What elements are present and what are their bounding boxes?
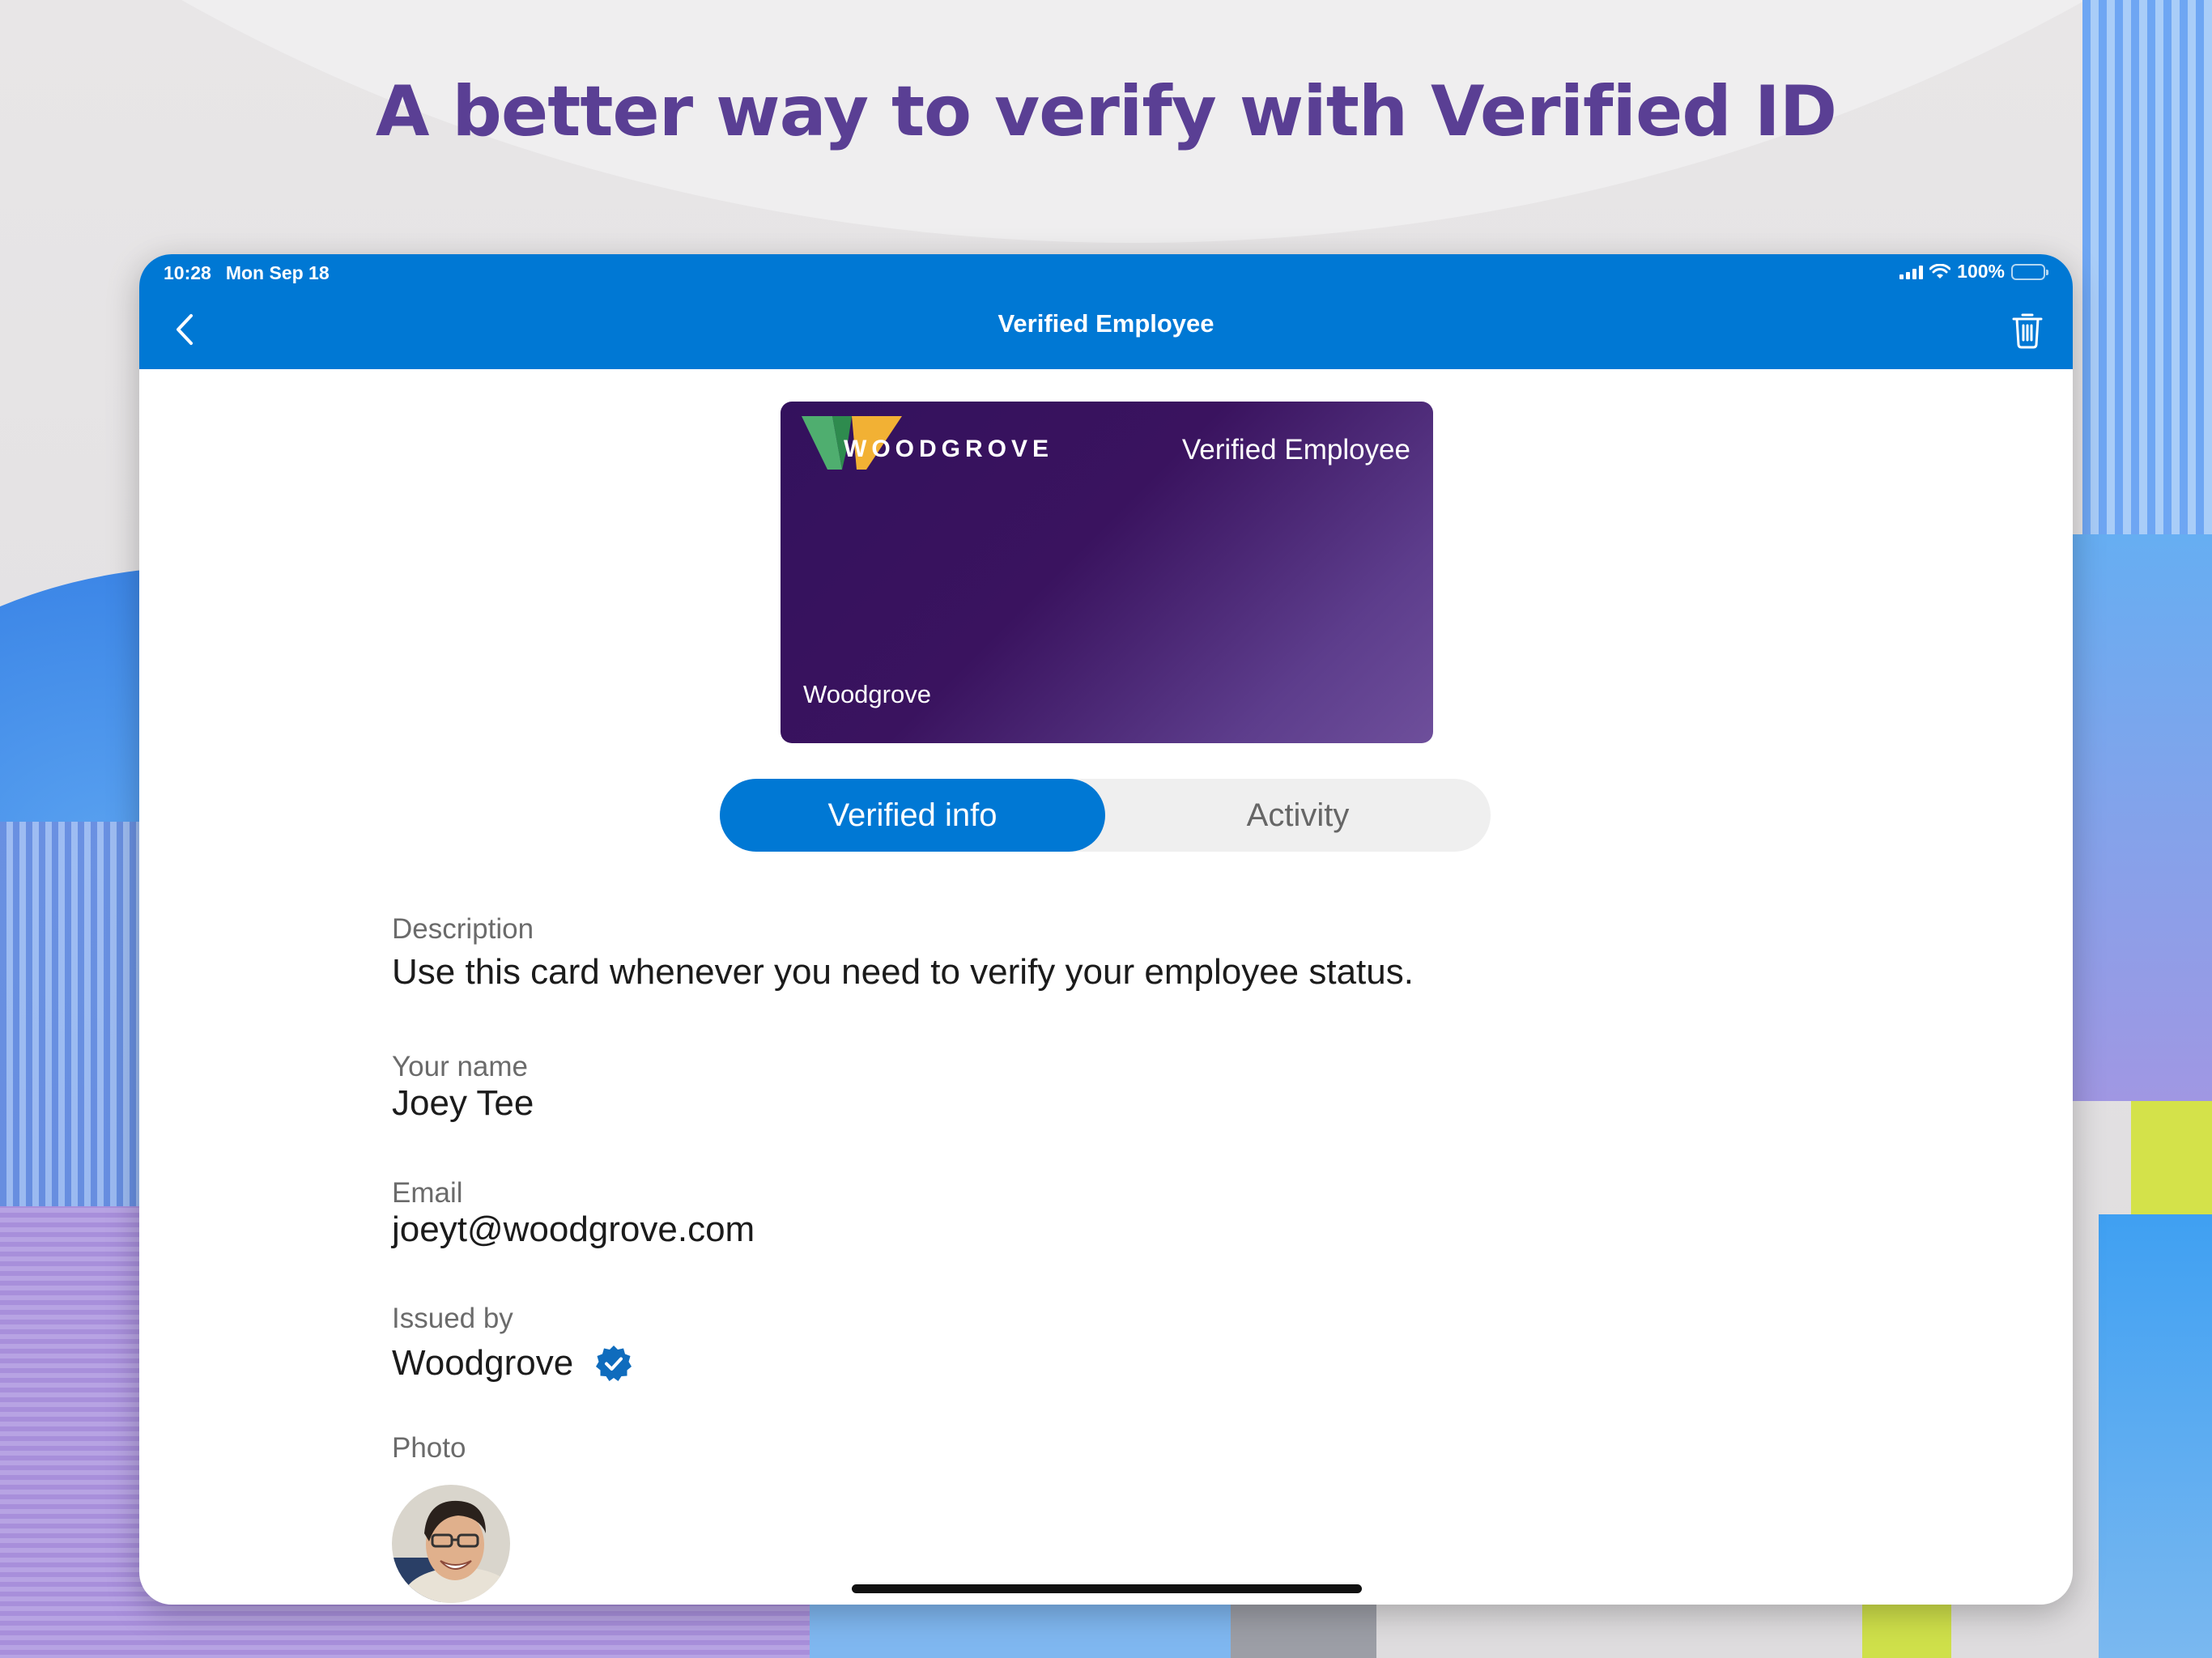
name-field: Your name Joey Tee	[392, 1052, 534, 1121]
tab-activity[interactable]: Activity	[1105, 779, 1491, 852]
email-label: Email	[392, 1177, 463, 1209]
description-field: Description Use this card whenever you n…	[392, 915, 1414, 990]
battery-icon	[2011, 263, 2048, 280]
avatar	[392, 1485, 510, 1603]
status-date: Mon Sep 18	[225, 262, 330, 283]
description-label: Description	[392, 913, 534, 945]
delete-card-button[interactable]	[2006, 308, 2048, 353]
trash-icon	[2012, 313, 2043, 349]
name-label: Your name	[392, 1051, 528, 1082]
issued-by-row: Woodgrove	[392, 1344, 633, 1383]
navigation-bar: 10:28 Mon Sep 18 100% Verified Employee	[139, 254, 2073, 369]
issued-by-label: Issued by	[392, 1303, 513, 1334]
issued-by-value: Woodgrove	[392, 1343, 574, 1383]
name-value: Joey Tee	[392, 1083, 534, 1123]
photo-label: Photo	[392, 1432, 466, 1464]
photo-field: Photo	[392, 1434, 510, 1603]
card-logo-text: WOODGROVE	[844, 436, 1054, 462]
marketing-headline: A better way to verify with Verified ID	[375, 71, 1837, 152]
card-issuer: Woodgrove	[803, 680, 931, 708]
status-time: 10:28	[164, 262, 211, 283]
credential-card[interactable]: WOODGROVE Verified Employee Woodgrove	[781, 402, 1433, 743]
card-type: Verified Employee	[1181, 434, 1410, 466]
email-field: Email joeyt@woodgrove.com	[392, 1179, 755, 1248]
wifi-icon	[1929, 263, 1951, 278]
page-title: Verified Employee	[998, 309, 1214, 338]
status-bar-clock: 10:28 Mon Sep 18	[164, 262, 330, 284]
woodgrove-logo: WOODGROVE	[802, 416, 1053, 481]
issued-by-field: Issued by Woodgrove	[392, 1304, 633, 1383]
battery-percent: 100%	[1957, 261, 2005, 282]
status-bar-indicators: 100%	[1899, 261, 2048, 283]
email-value: joeyt@woodgrove.com	[392, 1209, 755, 1249]
home-indicator[interactable]	[852, 1584, 1362, 1593]
verified-badge-icon	[596, 1346, 632, 1381]
tab-switcher: Verified info Activity	[720, 779, 1491, 852]
app-window: 10:28 Mon Sep 18 100% Verified Employee	[139, 254, 2073, 1605]
cellular-signal-icon	[1899, 265, 1924, 279]
description-value: Use this card whenever you need to verif…	[392, 952, 1414, 992]
tab-verified-info[interactable]: Verified info	[720, 779, 1105, 852]
